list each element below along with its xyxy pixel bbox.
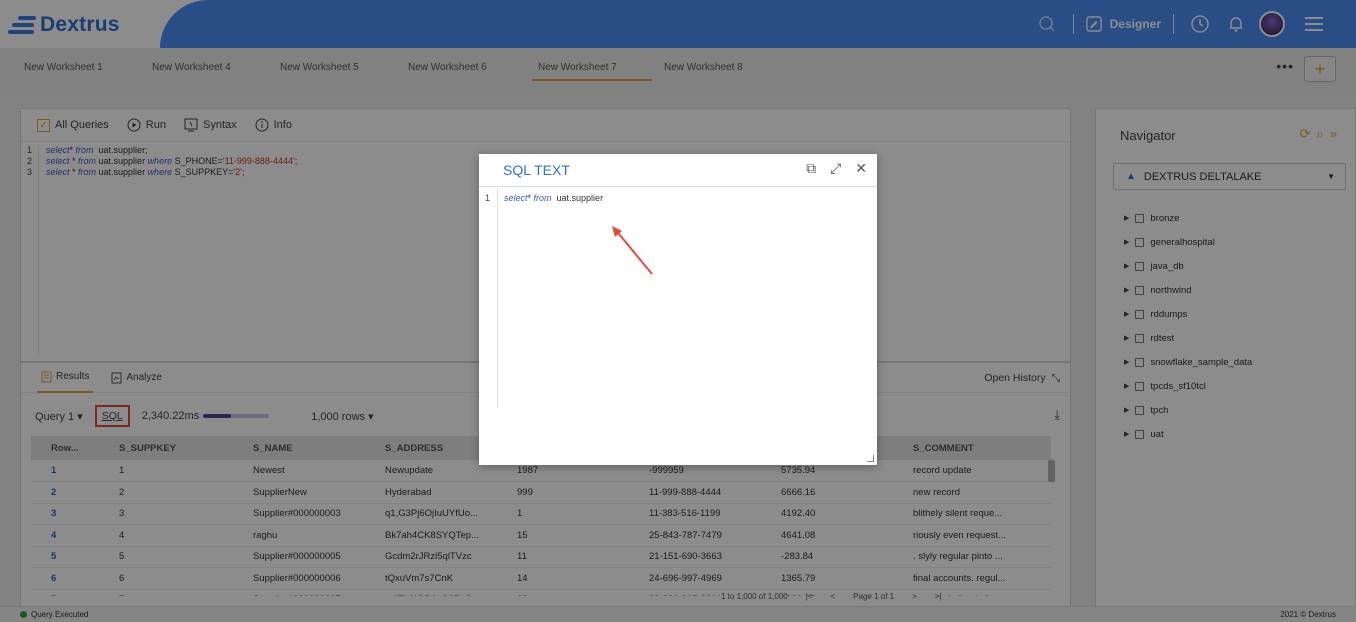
dialog-tools: ⧉ ⤢ ✕: [806, 160, 867, 177]
dialog-code-area[interactable]: 1 select* from uat.supplier: [479, 188, 877, 465]
resize-handle[interactable]: [867, 455, 874, 462]
dialog-header: SQL TEXT ⧉ ⤢ ✕: [479, 154, 877, 187]
copy-icon[interactable]: ⧉: [806, 160, 816, 177]
close-icon[interactable]: ✕: [855, 160, 867, 177]
code-text: select* from uat.supplier: [504, 193, 604, 203]
line-number: 1: [485, 193, 491, 203]
maximize-icon[interactable]: ⤢: [830, 160, 841, 177]
annotation-arrow-icon: [612, 226, 653, 275]
line-gutter: [497, 188, 498, 408]
dialog-title: SQL TEXT: [503, 162, 570, 178]
sql-text-dialog: SQL TEXT ⧉ ⤢ ✕ 1 select* from uat.suppli…: [479, 154, 877, 465]
